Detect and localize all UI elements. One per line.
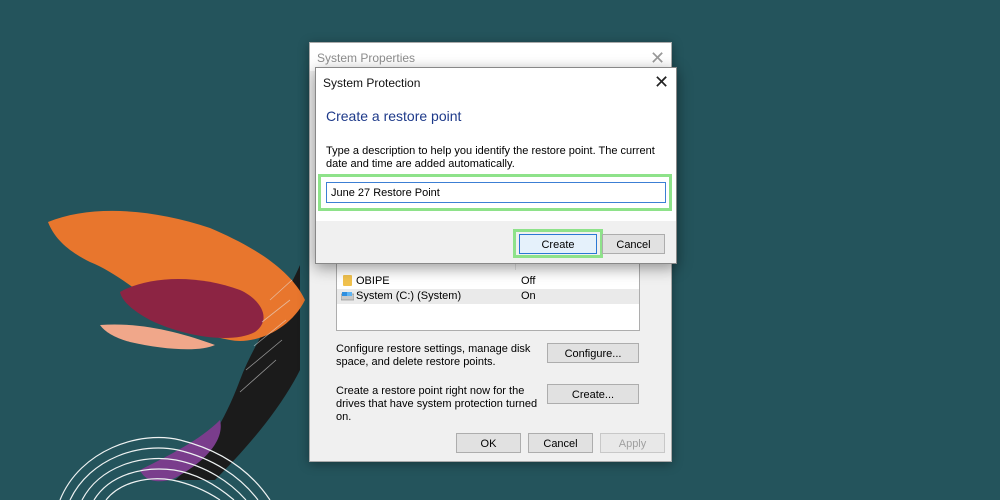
dialog-instruction: Type a description to help you identify … <box>326 145 655 170</box>
cancel-button[interactable]: Cancel <box>528 433 593 453</box>
dialog-heading: Create a restore point <box>326 108 462 124</box>
dialog-cancel-button[interactable]: Cancel <box>602 234 665 254</box>
table-row[interactable]: OBIPE Off <box>337 274 639 289</box>
ok-button[interactable]: OK <box>456 433 521 453</box>
dialog-footer: Create Cancel <box>316 221 676 263</box>
table-row[interactable]: System (C:) (System) On <box>337 289 639 304</box>
system-protection-title: System Protection <box>323 76 421 90</box>
apply-button[interactable]: Apply <box>600 433 665 453</box>
restore-point-description-input[interactable] <box>326 182 666 203</box>
configure-button[interactable]: Configure... <box>547 343 639 363</box>
system-properties-close-icon[interactable]: ✕ <box>650 49 665 67</box>
drive-icon <box>341 292 354 301</box>
create-description: Create a restore point right now for the… <box>336 385 538 423</box>
drive-name: System (C:) (System) <box>356 290 462 302</box>
drive-name: OBIPE <box>356 275 390 287</box>
drive-protection: On <box>521 290 536 302</box>
available-drives-table: Available Drives Protection OBIPE Off Sy… <box>336 253 640 331</box>
system-properties-title: System Properties <box>317 51 416 65</box>
create-button[interactable]: Create <box>519 234 597 254</box>
drive-protection: Off <box>521 275 536 287</box>
create-restore-point-button[interactable]: Create... <box>547 384 639 404</box>
folder-icon <box>343 275 352 286</box>
system-protection-dialog: System Protection ✕ Create a restore poi… <box>315 67 677 264</box>
wallpaper-bird-illustration <box>48 210 305 500</box>
dialog-close-icon[interactable]: ✕ <box>654 73 669 91</box>
configure-description: Configure restore settings, manage disk … <box>336 343 531 368</box>
